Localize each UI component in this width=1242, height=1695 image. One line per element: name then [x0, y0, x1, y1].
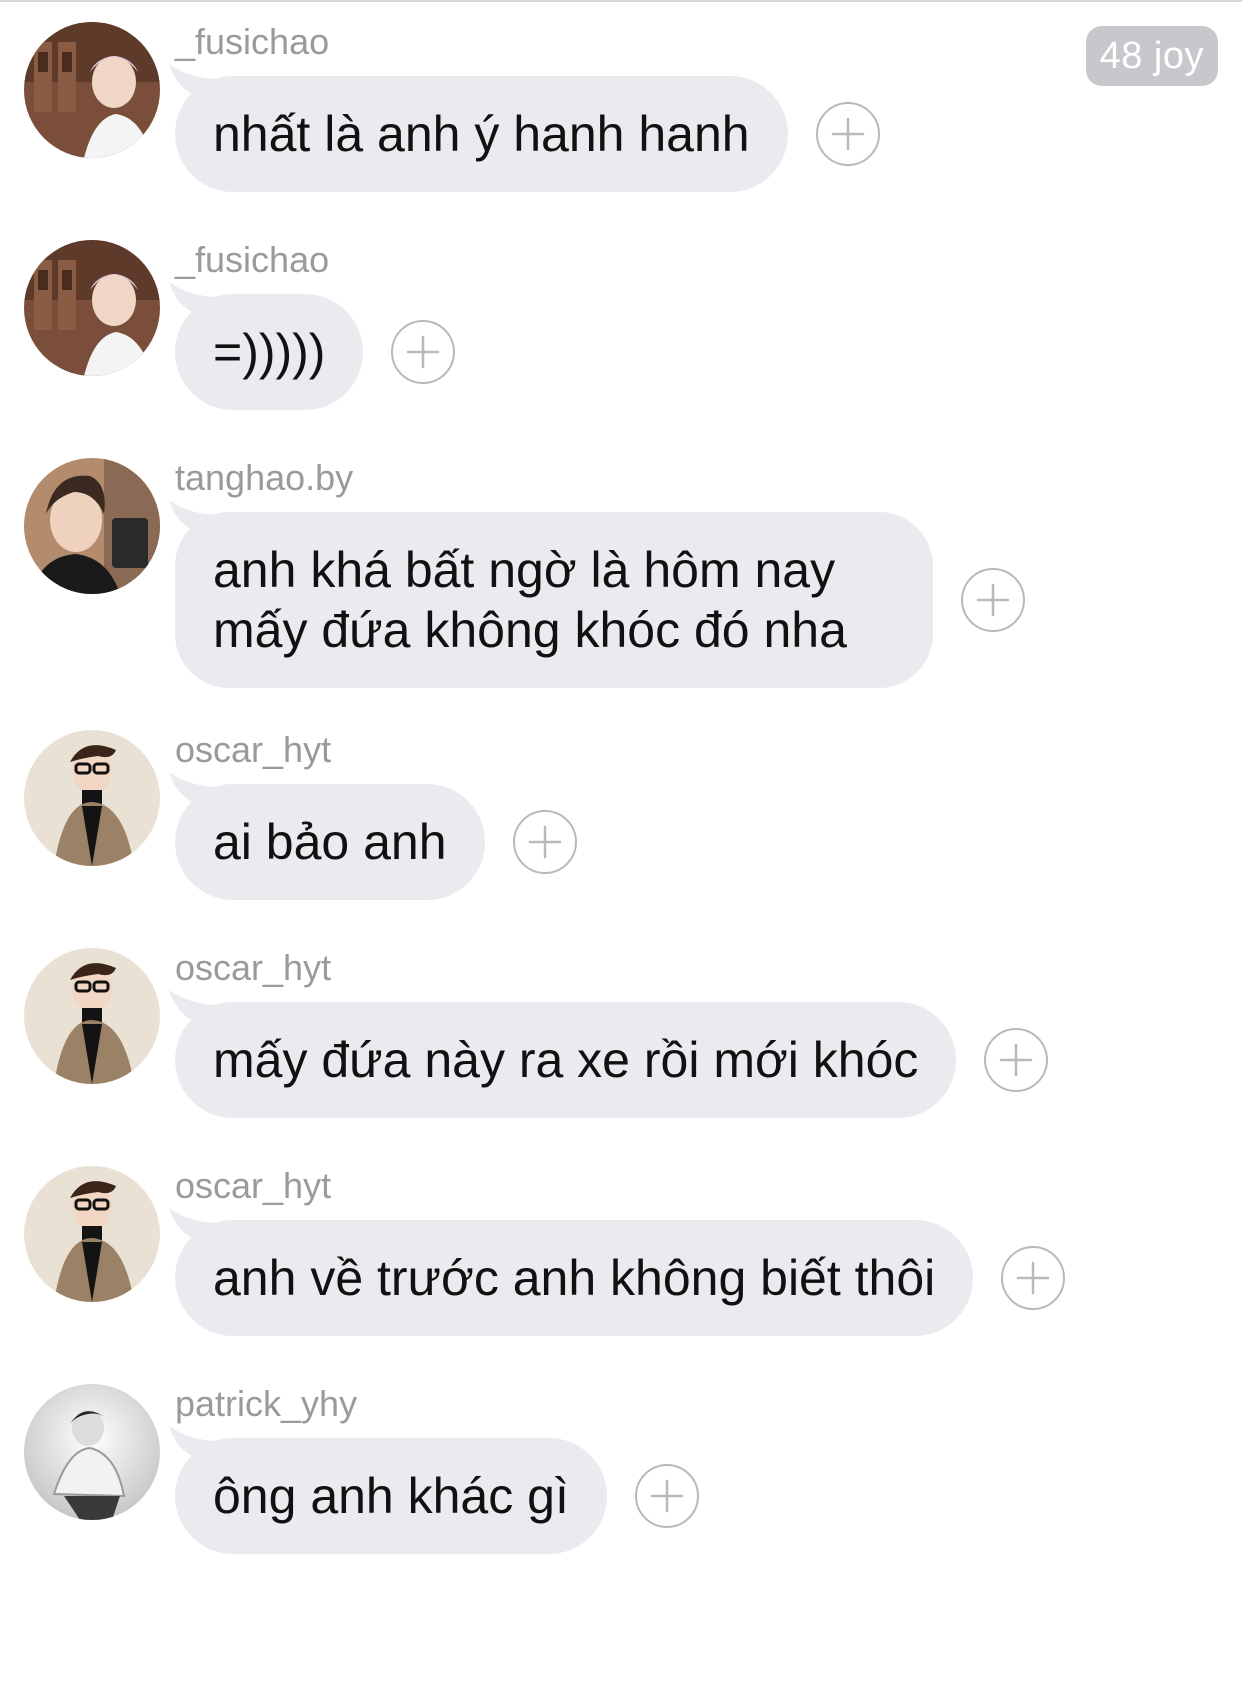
- plus-icon: [998, 1042, 1034, 1078]
- plus-icon: [975, 582, 1011, 618]
- add-reaction-button[interactable]: [961, 568, 1025, 632]
- message-text: nhất là anh ý hanh hanh: [175, 76, 788, 192]
- message-bubble[interactable]: mấy đứa này ra xe rồi mới khóc: [175, 1002, 1049, 1118]
- message-row: oscar_hyt anh về trước anh không biết th…: [0, 1166, 1242, 1346]
- message-bubble[interactable]: anh khá bất ngờ là hôm nay mấy đứa không…: [175, 512, 1025, 688]
- message-bubble[interactable]: ai bảo anh: [175, 784, 577, 900]
- message-text: anh khá bất ngờ là hôm nay mấy đứa không…: [175, 512, 933, 688]
- add-reaction-button[interactable]: [512, 810, 577, 874]
- plus-icon: [405, 334, 441, 370]
- message-text: anh về trước anh không biết thôi: [175, 1220, 974, 1336]
- add-reaction-button[interactable]: [391, 320, 456, 384]
- message-text: =))))): [175, 294, 364, 410]
- message-text: mấy đứa này ra xe rồi mới khóc: [175, 1002, 957, 1118]
- message-bubble[interactable]: ông anh khác gì: [175, 1438, 699, 1554]
- add-reaction-button[interactable]: [634, 1464, 699, 1528]
- plus-icon: [830, 116, 866, 152]
- message-row: oscar_hyt mấy đứa này ra xe rồi mới khóc: [0, 948, 1242, 1128]
- avatar[interactable]: [24, 1384, 160, 1520]
- username[interactable]: oscar_hyt: [175, 730, 331, 770]
- username[interactable]: patrick_yhy: [175, 1384, 357, 1424]
- chat-screen: 48 joy _fusichao nhất là anh ý hanh hanh…: [0, 0, 1242, 1695]
- message-bubble[interactable]: =))))): [175, 294, 456, 410]
- username[interactable]: _fusichao: [175, 240, 329, 280]
- message-bubble[interactable]: anh về trước anh không biết thôi: [175, 1220, 1066, 1336]
- message-text: ai bảo anh: [175, 784, 485, 900]
- avatar[interactable]: [24, 240, 160, 376]
- message-row: oscar_hyt ai bảo anh: [0, 730, 1242, 910]
- message-row: tanghao.by anh khá bất ngờ là hôm nay mấ…: [0, 458, 1242, 698]
- avatar[interactable]: [24, 730, 160, 866]
- plus-icon: [649, 1478, 685, 1514]
- message-bubble[interactable]: nhất là anh ý hanh hanh: [175, 76, 880, 192]
- message-row: _fusichao =))))): [0, 240, 1242, 420]
- plus-icon: [1015, 1260, 1051, 1296]
- add-reaction-button[interactable]: [984, 1028, 1049, 1092]
- plus-icon: [527, 824, 563, 860]
- username[interactable]: oscar_hyt: [175, 948, 331, 988]
- username[interactable]: oscar_hyt: [175, 1166, 331, 1206]
- message-row: _fusichao nhất là anh ý hanh hanh: [0, 22, 1242, 202]
- avatar[interactable]: [24, 22, 160, 158]
- add-reaction-button[interactable]: [815, 102, 880, 166]
- message-text: ông anh khác gì: [175, 1438, 607, 1554]
- username[interactable]: tanghao.by: [175, 458, 353, 498]
- username[interactable]: _fusichao: [175, 22, 329, 62]
- message-row: patrick_yhy ông anh khác gì: [0, 1384, 1242, 1564]
- avatar[interactable]: [24, 1166, 160, 1302]
- avatar[interactable]: [24, 458, 160, 594]
- avatar[interactable]: [24, 948, 160, 1084]
- add-reaction-button[interactable]: [1001, 1246, 1066, 1310]
